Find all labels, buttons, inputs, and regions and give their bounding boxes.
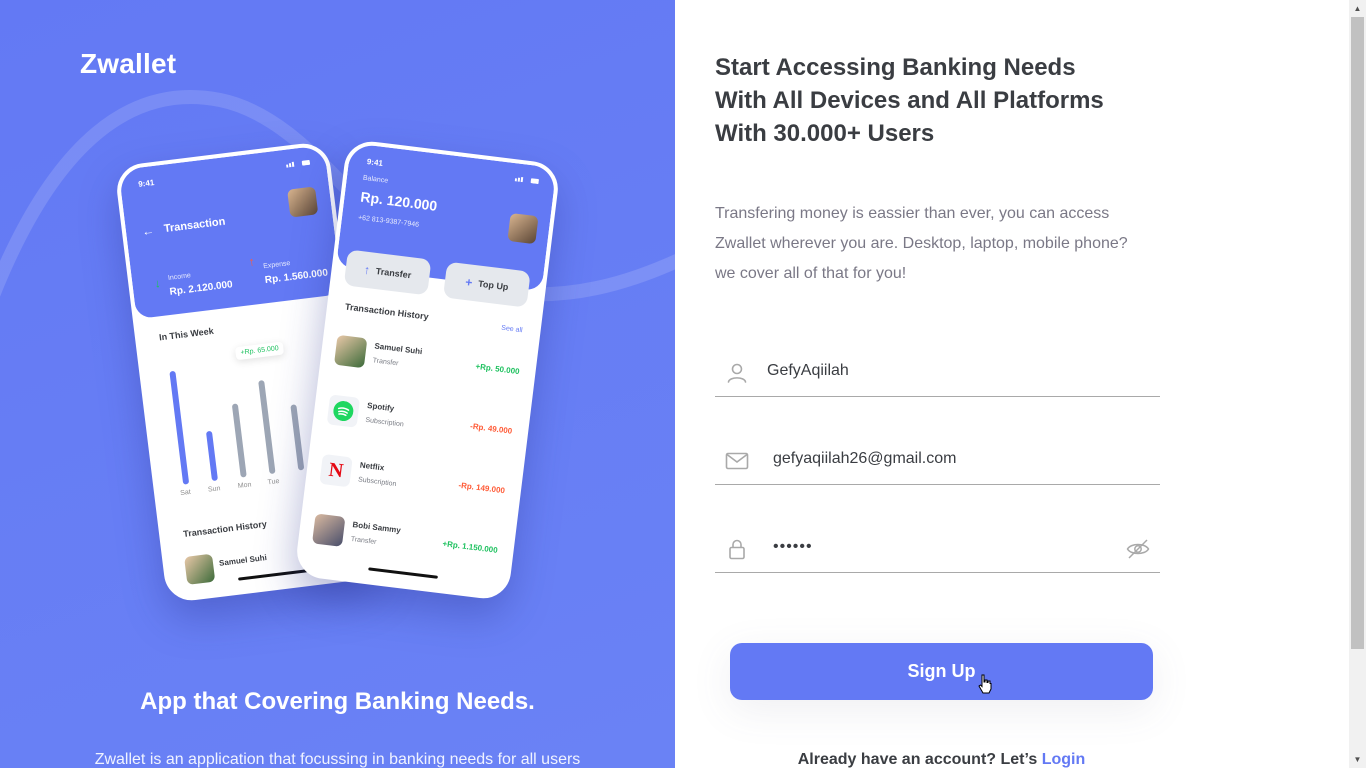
- avatar: [287, 186, 319, 218]
- hero-description: Zwallet is an application that focussing…: [94, 751, 581, 768]
- signup-panel: Start Accessing Banking Needs With All D…: [675, 0, 1349, 768]
- expense-value: Rp. 1.560.000: [264, 267, 329, 287]
- transaction-type: Transfer: [372, 357, 399, 368]
- phone-a-time: 9:41: [137, 177, 155, 189]
- avatar: [184, 553, 216, 585]
- password-field[interactable]: ••••••: [715, 527, 1160, 573]
- avatar: [333, 334, 368, 369]
- day-label: Mon: [237, 481, 252, 490]
- home-indicator: [237, 569, 308, 581]
- weekly-bar: [205, 430, 218, 482]
- headline-line: Start Accessing Banking Needs: [715, 54, 1076, 81]
- weekly-bar: [231, 403, 247, 478]
- income-label: Income: [167, 272, 192, 282]
- transaction-name: Netflix: [359, 460, 385, 473]
- transaction-type: Subscription: [357, 476, 397, 489]
- topup-label: Top Up: [477, 278, 509, 293]
- transaction-amount: -Rp. 149.000: [457, 480, 506, 496]
- login-prompt-text: Already have an account? Let’s: [797, 751, 1042, 768]
- scrollbar-thumb[interactable]: [1351, 17, 1364, 649]
- headline-line: With All Devices and All Platforms: [715, 87, 1104, 114]
- balance-value: Rp. 120.000: [359, 188, 439, 214]
- history-title: Transaction History: [182, 518, 268, 539]
- phone-a-title: Transaction: [163, 215, 226, 236]
- transaction-amount: +Rp. 1.150.000: [442, 539, 499, 555]
- transaction-type: Transfer: [350, 535, 377, 547]
- day-label: Sat: [179, 488, 192, 498]
- transaction-type: Subscription: [364, 416, 405, 429]
- brand-logo: Zwallet: [80, 48, 177, 79]
- transaction-amount: -Rp. 49.000: [469, 421, 513, 436]
- transaction-amount: +Rp. 50.000: [475, 361, 521, 377]
- week-title: In This Week: [158, 325, 215, 343]
- avatar: [312, 513, 346, 547]
- weekly-bar: [258, 380, 276, 475]
- status-icons: [286, 159, 311, 168]
- headline-line: With 30.000+ Users: [715, 120, 935, 147]
- history-title: Transaction History: [344, 301, 430, 322]
- hand-cursor-icon: [978, 674, 992, 694]
- transaction-name: Samuel Suhi: [373, 341, 423, 357]
- scroll-down-icon[interactable]: ▼: [1349, 751, 1366, 768]
- avatar: [507, 212, 539, 245]
- hero-title: App that Covering Banking Needs.: [140, 688, 535, 715]
- status-icons: [514, 176, 539, 185]
- headline: Start Accessing Banking Needs With All D…: [715, 51, 1135, 150]
- weekly-bar: [169, 370, 190, 485]
- phone-number: +62 813-9387-7946: [357, 214, 420, 229]
- mail-icon: [725, 452, 749, 470]
- day-label: Tue: [267, 477, 280, 487]
- expense-label: Expense: [262, 259, 291, 271]
- history-user: Samuel Suhi: [218, 553, 268, 568]
- transfer-label: Transfer: [375, 266, 412, 281]
- spotify-icon: [326, 394, 361, 428]
- username-value[interactable]: GefyAqiilah: [767, 362, 849, 380]
- login-prompt: Already have an account? Let’s Login: [675, 751, 1208, 768]
- back-arrow-icon: ←: [141, 223, 155, 239]
- see-all-link: See all: [500, 324, 523, 335]
- income-value: Rp. 2.120.000: [169, 279, 234, 298]
- page-scrollbar[interactable]: ▲ ▼: [1349, 0, 1366, 768]
- day-label: Sun: [207, 485, 221, 494]
- signup-button[interactable]: Sign Up: [730, 643, 1153, 700]
- transaction-name: Spotify: [366, 400, 395, 414]
- eye-crossed-icon[interactable]: [1126, 538, 1150, 560]
- netflix-icon: N: [319, 453, 353, 488]
- transaction-name: Bobi Sammy: [352, 520, 402, 535]
- balance-label: Balance: [362, 174, 389, 185]
- password-value[interactable]: ••••••: [773, 538, 813, 556]
- phone-b-time: 9:41: [366, 157, 384, 168]
- plus-icon: +: [464, 275, 474, 290]
- email-value[interactable]: gefyaqiilah26@gmail.com: [773, 450, 956, 468]
- arrow-up-icon: ↑: [363, 262, 371, 278]
- subcopy: Transfering money is eassier than ever, …: [715, 205, 1128, 282]
- left-hero-panel: Zwallet 9:41 ← Transaction ↓ Income Rp. …: [0, 0, 675, 768]
- arrow-down-icon: ↓: [153, 275, 162, 291]
- arrow-up-icon: ↑: [247, 254, 256, 269]
- weekly-bar: [290, 404, 305, 471]
- scroll-up-icon[interactable]: ▲: [1349, 0, 1366, 17]
- user-icon: [727, 363, 747, 383]
- login-link[interactable]: Login: [1042, 751, 1086, 768]
- username-field[interactable]: GefyAqiilah: [715, 351, 1160, 397]
- email-field[interactable]: gefyaqiilah26@gmail.com: [715, 439, 1160, 485]
- phone-a-header: 9:41 ← Transaction ↓ Income Rp. 2.120.00…: [118, 144, 343, 320]
- lock-icon: [729, 539, 745, 560]
